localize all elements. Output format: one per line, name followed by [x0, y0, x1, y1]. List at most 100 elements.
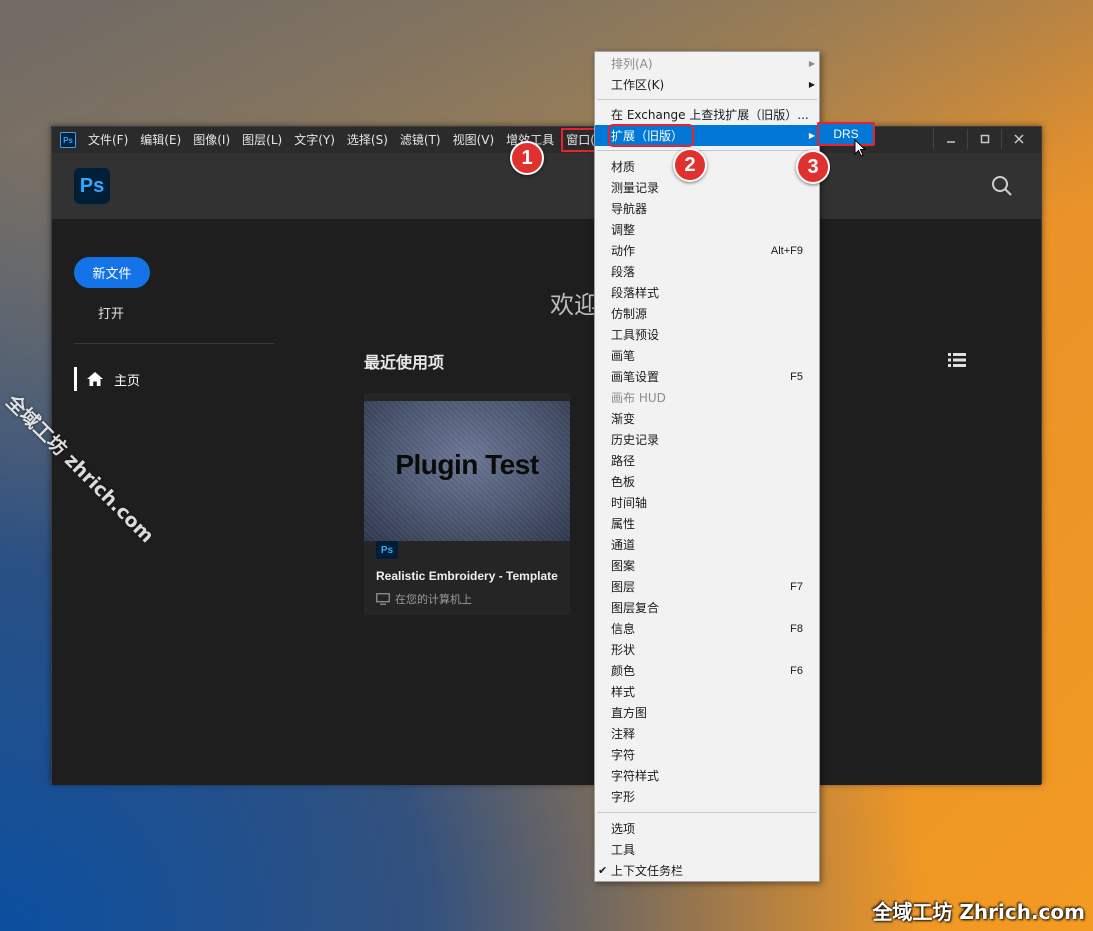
- menu-item-arrange[interactable]: 排列(A) ▶: [595, 53, 819, 74]
- menu-item-label: 画布 HUD: [611, 391, 666, 405]
- menu-item-label: 导航器: [611, 202, 648, 216]
- menu-item-histogram[interactable]: 直方图: [595, 702, 819, 723]
- step-badge-3: 3: [796, 150, 830, 184]
- file-location-label: 在您的计算机上: [395, 593, 472, 606]
- mouse-cursor-icon: [854, 139, 867, 157]
- menu-file[interactable]: 文件(F): [82, 127, 134, 153]
- menu-item-label: 字符样式: [611, 769, 660, 783]
- menu-item-extensions-legacy[interactable]: 扩展（旧版） ▶: [595, 124, 819, 147]
- menu-select[interactable]: 选择(S): [341, 127, 394, 153]
- minimize-icon: [946, 141, 955, 143]
- close-icon: [1013, 134, 1024, 144]
- menu-view[interactable]: 视图(V): [447, 127, 501, 153]
- menu-item-workspace[interactable]: 工作区(K) ▶: [595, 74, 819, 95]
- home-icon: [87, 372, 103, 386]
- menu-item-options[interactable]: 选项: [595, 818, 819, 839]
- search-icon[interactable]: [991, 175, 1013, 197]
- menu-filter[interactable]: 滤镜(T): [394, 127, 447, 153]
- menu-item-canvas-hud[interactable]: 画布 HUD: [595, 387, 819, 408]
- sidebar-item-label: 主页: [114, 373, 141, 389]
- menu-shortcut: F6: [790, 664, 803, 677]
- list-view-icon[interactable]: [948, 352, 966, 368]
- menu-item-layer-comps[interactable]: 图层复合: [595, 597, 819, 618]
- menu-item-label: 图层复合: [611, 601, 660, 615]
- submenu-arrow-icon: ▶: [808, 80, 815, 89]
- photoshop-window: Ps 文件(F) 编辑(E) 图像(I) 图层(L) 文字(Y) 选择(S) 滤…: [51, 126, 1042, 785]
- menu-item-label: 字形: [611, 790, 636, 804]
- menu-item-notes[interactable]: 注释: [595, 723, 819, 744]
- menu-item-tools[interactable]: 工具: [595, 839, 819, 860]
- menu-item-label: 样式: [611, 685, 636, 699]
- menu-item-tool-presets[interactable]: 工具预设: [595, 324, 819, 345]
- menu-item-paths[interactable]: 路径: [595, 450, 819, 471]
- menu-item-label: 属性: [611, 517, 636, 531]
- menu-item-clone-source[interactable]: 仿制源: [595, 303, 819, 324]
- menu-item-character[interactable]: 字符: [595, 744, 819, 765]
- menu-item-label: 通道: [611, 538, 636, 552]
- thumbnail-text: Plugin Test: [395, 449, 539, 480]
- menu-item-find-extensions[interactable]: 在 Exchange 上查找扩展（旧版）...: [595, 104, 819, 125]
- new-file-button[interactable]: 新文件: [74, 257, 150, 288]
- maximize-icon: [980, 134, 989, 144]
- window-menu-dropdown: 排列(A) ▶ 工作区(K) ▶ 在 Exchange 上查找扩展（旧版）...…: [594, 51, 820, 882]
- menu-item-navigator[interactable]: 导航器: [595, 198, 819, 219]
- maximize-button[interactable]: [967, 129, 1001, 149]
- ps-file-badge: Ps: [376, 541, 398, 559]
- menu-shortcut: Alt+F9: [770, 244, 803, 257]
- menu-item-paragraph[interactable]: 段落: [595, 261, 819, 282]
- close-button[interactable]: [1001, 129, 1035, 149]
- menu-item-gradients[interactable]: 渐变: [595, 408, 819, 429]
- menu-item-label: 图案: [611, 559, 636, 573]
- menu-item-timeline[interactable]: 时间轴: [595, 492, 819, 513]
- menu-separator: [597, 150, 817, 151]
- menu-item-label: 形状: [611, 643, 636, 657]
- sidebar-item-home[interactable]: 主页: [74, 367, 140, 391]
- menu-item-actions[interactable]: 动作 Alt+F9: [595, 240, 819, 261]
- recent-file-card[interactable]: Plugin Test Ps Realistic Embroidery - Te…: [364, 393, 570, 615]
- menu-item-materials[interactable]: 材质: [595, 156, 819, 177]
- menu-item-label: 字符: [611, 748, 636, 762]
- menu-item-label: 排列(A): [611, 57, 653, 71]
- menu-item-patterns[interactable]: 图案: [595, 555, 819, 576]
- minimize-button[interactable]: [933, 129, 967, 149]
- menu-item-label: 直方图: [611, 706, 648, 720]
- menu-item-layers[interactable]: 图层 F7: [595, 576, 819, 597]
- title-bar: Ps 文件(F) 编辑(E) 图像(I) 图层(L) 文字(Y) 选择(S) 滤…: [52, 127, 1041, 153]
- menu-item-label: 渐变: [611, 412, 636, 426]
- menu-image[interactable]: 图像(I): [187, 127, 236, 153]
- menu-item-color[interactable]: 颜色 F6: [595, 660, 819, 681]
- menu-item-brushes[interactable]: 画笔: [595, 345, 819, 366]
- menu-shortcut: F5: [790, 370, 803, 383]
- menu-item-info[interactable]: 信息 F8: [595, 618, 819, 639]
- window-controls: [933, 127, 1035, 153]
- menu-edit[interactable]: 编辑(E): [134, 127, 187, 153]
- menu-item-label: 段落: [611, 265, 636, 279]
- menu-item-label: 动作: [611, 244, 636, 258]
- watermark-corner: 全域工坊 Zhrich.com: [872, 900, 1085, 924]
- menu-item-styles[interactable]: 样式: [595, 681, 819, 702]
- open-button[interactable]: 打开: [98, 303, 124, 322]
- menu-item-label: 时间轴: [611, 496, 648, 510]
- menu-item-label: 工具预设: [611, 328, 660, 342]
- menu-item-measurement-log[interactable]: 测量记录: [595, 177, 819, 198]
- file-thumbnail: Plugin Test: [364, 401, 570, 541]
- menu-item-glyphs[interactable]: 字形: [595, 786, 819, 807]
- menu-item-properties[interactable]: 属性: [595, 513, 819, 534]
- menu-type[interactable]: 文字(Y): [288, 127, 341, 153]
- app-header: Ps: [52, 153, 1041, 219]
- menu-item-channels[interactable]: 通道: [595, 534, 819, 555]
- menu-item-swatches[interactable]: 色板: [595, 471, 819, 492]
- menu-item-shapes[interactable]: 形状: [595, 639, 819, 660]
- menu-item-contextual-taskbar[interactable]: ✔ 上下文任务栏: [595, 860, 819, 881]
- ps-logo: Ps: [74, 168, 110, 204]
- menu-item-label: 色板: [611, 475, 636, 489]
- menu-item-paragraph-styles[interactable]: 段落样式: [595, 282, 819, 303]
- menu-item-character-styles[interactable]: 字符样式: [595, 765, 819, 786]
- menu-item-adjustments[interactable]: 调整: [595, 219, 819, 240]
- menu-item-label: 图层: [611, 580, 636, 594]
- menu-item-brush-settings[interactable]: 画笔设置 F5: [595, 366, 819, 387]
- menu-item-label: 选项: [611, 822, 636, 836]
- checkmark-icon: ✔: [598, 864, 608, 877]
- menu-layer[interactable]: 图层(L): [236, 127, 288, 153]
- menu-item-history[interactable]: 历史记录: [595, 429, 819, 450]
